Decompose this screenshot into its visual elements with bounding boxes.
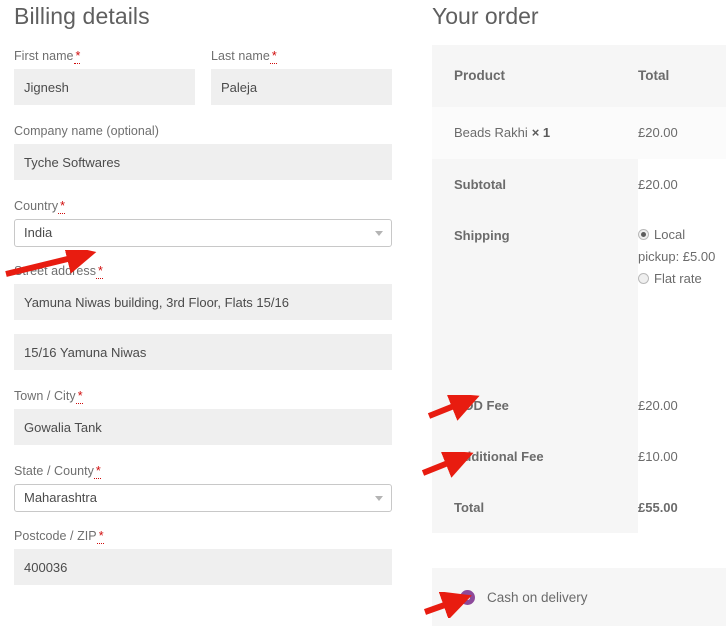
required-marker: * — [269, 49, 277, 64]
field-last-name: Last name * — [211, 48, 392, 105]
field-country: Country * India — [14, 198, 392, 247]
additional-fee-label: Additional Fee — [432, 431, 638, 482]
shipping-methods-list: Local pickup: £5.00 Flat rate — [638, 210, 726, 380]
last-name-label: Last name * — [211, 49, 277, 64]
cod-fee-value: £20.00 — [638, 380, 726, 431]
company-name-input[interactable] — [14, 144, 392, 180]
first-name-input[interactable] — [14, 69, 195, 105]
required-marker: * — [96, 529, 104, 544]
country-label: Country * — [14, 199, 66, 214]
field-street-address-line2 — [14, 334, 392, 370]
order-row-shipping: Shipping Local pickup: £5.00 Flat rate — [432, 210, 726, 380]
order-table-header: Product Total — [432, 45, 726, 107]
order-row-cod-fee: COD Fee £20.00 — [432, 380, 726, 431]
street-address-line2-input[interactable] — [14, 334, 392, 370]
billing-details-heading: Billing details — [14, 3, 150, 29]
shipping-option-flat-rate[interactable]: Flat rate — [638, 268, 726, 290]
shipping-option-flat-rate-label: Flat rate — [654, 271, 702, 286]
country-select[interactable]: India — [14, 219, 392, 247]
street-address-line1-input[interactable] — [14, 284, 392, 320]
field-street-address: Street address * — [14, 263, 392, 320]
first-name-label: First name * — [14, 49, 81, 64]
your-order-heading: Your order — [432, 3, 539, 29]
field-company-name: Company name (optional) — [14, 123, 392, 180]
postcode-zip-label: Postcode / ZIP * — [14, 529, 104, 544]
field-first-name: First name * — [14, 48, 195, 105]
order-summary-section: Your order Product Total Beads Rakhi × 1 … — [432, 0, 726, 533]
order-row-subtotal: Subtotal £20.00 — [432, 159, 726, 210]
postcode-zip-input[interactable] — [14, 549, 392, 585]
required-marker: * — [93, 464, 101, 479]
shipping-option-local-pickup[interactable]: Local pickup: £5.00 — [638, 224, 726, 268]
radio-local-pickup[interactable] — [638, 229, 649, 240]
additional-fee-value: £10.00 — [638, 431, 726, 482]
column-header-product: Product — [454, 68, 506, 83]
required-marker: * — [73, 49, 81, 64]
line-item-name-cell: Beads Rakhi × 1 — [432, 107, 638, 159]
name-row: First name* Last name* — [14, 38, 392, 105]
line-item-name: Beads Rakhi — [454, 125, 528, 140]
street-address-label: Street address * — [14, 264, 103, 279]
order-line-item: Beads Rakhi × 1 £20.00 — [432, 107, 726, 159]
required-marker: * — [75, 389, 83, 404]
order-total-value: £55.00 — [638, 482, 726, 533]
town-city-input[interactable] — [14, 409, 392, 445]
payment-method-label: Cash on delivery — [487, 589, 588, 605]
order-review-table: Product Total Beads Rakhi × 1 £20.00 Subt… — [432, 45, 726, 533]
order-row-total: Total £55.00 — [432, 482, 726, 533]
last-name-input[interactable] — [211, 69, 392, 105]
required-marker: * — [58, 199, 66, 214]
country-select-wrap: India — [14, 219, 392, 247]
subtotal-label: Subtotal — [432, 159, 638, 210]
column-header-total: Total — [638, 68, 670, 83]
subtotal-value: £20.00 — [638, 159, 726, 210]
field-state-county: State / County * Maharashtra — [14, 463, 392, 512]
required-marker: * — [96, 264, 103, 279]
payment-method-cash-on-delivery[interactable]: Cash on delivery — [432, 568, 726, 626]
shipping-label: Shipping — [432, 210, 638, 380]
payment-methods-panel: Cash on delivery — [432, 568, 726, 626]
order-row-additional-fee: Additional Fee £10.00 — [432, 431, 726, 482]
radio-flat-rate[interactable] — [638, 273, 649, 284]
order-total-label: Total — [432, 482, 638, 533]
state-county-select-wrap: Maharashtra — [14, 484, 392, 512]
checkout-page: Billing details First name* Last name* C… — [0, 0, 726, 626]
line-item-quantity: × 1 — [531, 125, 551, 140]
cod-fee-label: COD Fee — [432, 380, 638, 431]
town-city-label: Town / City * — [14, 389, 83, 404]
shipping-option-local-pickup-label: Local pickup: £5.00 — [638, 227, 716, 264]
company-name-label: Company name (optional) — [14, 124, 159, 138]
field-postcode-zip: Postcode / ZIP * — [14, 528, 392, 585]
state-county-label: State / County * — [14, 464, 101, 479]
radio-cash-on-delivery[interactable] — [460, 589, 475, 605]
line-item-total: £20.00 — [638, 125, 678, 140]
billing-details-section: Billing details First name* Last name* C… — [14, 0, 392, 585]
state-county-select[interactable]: Maharashtra — [14, 484, 392, 512]
field-town-city: Town / City * — [14, 388, 392, 445]
